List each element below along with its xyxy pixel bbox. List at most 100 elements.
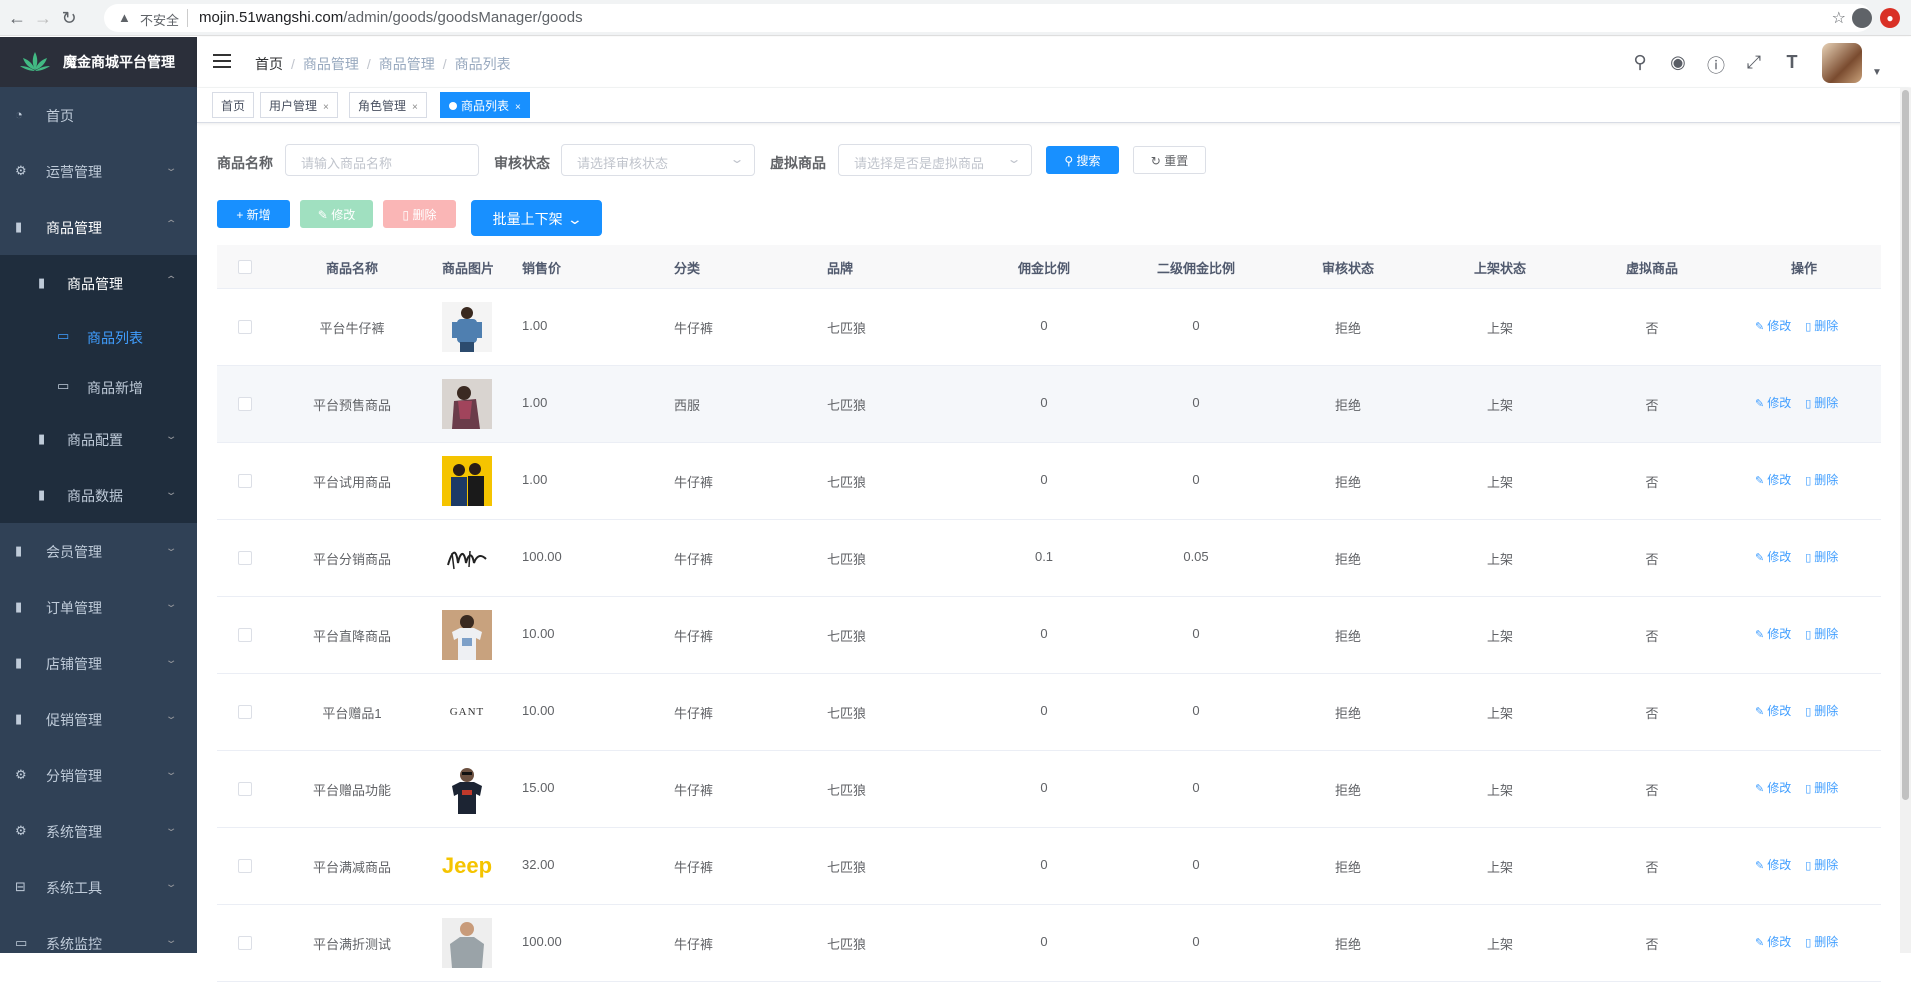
delete-link[interactable]: ▯ 删除 (1805, 473, 1838, 487)
forward-icon[interactable]: → (32, 7, 54, 29)
edit-link[interactable]: ✎ 修改 (1755, 858, 1791, 872)
edit-link[interactable]: ✎ 修改 (1755, 704, 1791, 718)
sidebar-item-orders[interactable]: ▮ 订单管理 ⌄ (0, 579, 197, 635)
table-row[interactable]: 平台牛仔裤 1.00 牛仔裤 七匹狼 0 0 拒绝 上架 否 ✎ 修改 ▯ 删除 (217, 289, 1881, 366)
page-scrollbar[interactable] (1900, 88, 1911, 953)
search-button[interactable]: ⚲ 搜索 (1046, 146, 1119, 174)
sidebar-item-stores[interactable]: ▮ 店铺管理 ⌄ (0, 635, 197, 691)
tab-roles[interactable]: 角色管理 × (349, 92, 427, 118)
edit-link[interactable]: ✎ 修改 (1755, 935, 1791, 949)
sidebar-item-home[interactable]: ◔ 首页 (0, 87, 197, 143)
bookmark-star-icon[interactable]: ☆ (1832, 8, 1846, 28)
product-image[interactable] (442, 379, 492, 429)
sidebar-item-goods-add[interactable]: ▭ 商品新增 (0, 361, 197, 411)
delete-link[interactable]: ▯ 删除 (1805, 858, 1838, 872)
product-image[interactable] (442, 533, 492, 583)
close-icon[interactable]: × (412, 102, 418, 113)
sidebar-logo[interactable]: 魔金商城平台管理 (0, 37, 197, 87)
sidebar-item-system[interactable]: ⚙ 系统管理 ⌄ (0, 803, 197, 859)
help-icon[interactable]: ⓘ (1705, 52, 1727, 78)
edit-link[interactable]: ✎ 修改 (1755, 396, 1791, 410)
table-row[interactable]: 平台直降商品 10.00 牛仔裤 七匹狼 0 0 拒绝 上架 否 ✎ 修改 ▯ 删除 (217, 597, 1881, 674)
table-row[interactable]: 平台试用商品 1.00 牛仔裤 七匹狼 0 0 拒绝 上架 否 ✎ 修改 ▯ 删除 (217, 443, 1881, 520)
row-checkbox[interactable] (238, 782, 252, 796)
secondary-commission-rate: 0 (1192, 703, 1200, 718)
tab-users[interactable]: 用户管理 × (260, 92, 338, 118)
record-icon[interactable]: ● (1880, 8, 1900, 28)
row-checkbox[interactable] (238, 320, 252, 334)
table-row[interactable]: 平台分销商品 100.00 牛仔裤 七匹狼 0.1 0.05 拒绝 上架 否 ✎… (217, 520, 1881, 597)
sidebar-item-monitor[interactable]: ▭ 系统监控 ⌄ (0, 915, 197, 953)
back-icon[interactable]: ← (6, 7, 28, 29)
reload-icon[interactable]: ↻ (58, 7, 80, 29)
sidebar-item-goods-list[interactable]: ▭ 商品列表 (0, 311, 197, 361)
table-row[interactable]: 平台满减商品 Jeep 32.00 牛仔裤 七匹狼 0 0 拒绝 上架 否 ✎ 修… (217, 828, 1881, 905)
add-button[interactable]: + 新增 (217, 200, 290, 228)
breadcrumb-item[interactable]: 首页 (255, 56, 283, 72)
product-image[interactable] (442, 302, 492, 352)
search-icon[interactable]: ⚲ (1629, 52, 1651, 73)
edit-button[interactable]: ✎ 修改 (300, 200, 373, 228)
sidebar-item-goods[interactable]: ▮ 商品管理 ⌃ (0, 199, 197, 255)
product-image[interactable] (442, 764, 492, 814)
goods-name-input[interactable]: 请输入商品名称 (285, 144, 479, 176)
table-row[interactable]: 平台赠品1 GANT 10.00 牛仔裤 七匹狼 0 0 拒绝 上架 否 ✎ 修改… (217, 674, 1881, 751)
folder-icon: ▮ (38, 275, 46, 290)
delete-link[interactable]: ▯ 删除 (1805, 319, 1838, 333)
sidebar-item-tools[interactable]: ⊟ 系统工具 ⌄ (0, 859, 197, 915)
audit-status-select[interactable]: 请选择审核状态 ⌄ (561, 144, 755, 176)
delete-link[interactable]: ▯ 删除 (1805, 935, 1838, 949)
edit-link[interactable]: ✎ 修改 (1755, 627, 1791, 641)
font-size-icon[interactable]: T (1781, 52, 1803, 73)
table-row[interactable]: 平台赠品功能 15.00 牛仔裤 七匹狼 0 0 拒绝 上架 否 ✎ 修改 ▯ 删除 (217, 751, 1881, 828)
url-text[interactable]: mojin.51wangshi.com/admin/goods/goodsMan… (199, 9, 583, 26)
virtual-goods-select[interactable]: 请选择是否是虚拟商品 ⌄ (838, 144, 1032, 176)
sidebar-item-operations[interactable]: ⚙ 运营管理 ⌄ (0, 143, 197, 199)
sidebar-item-goods-manage[interactable]: ▮ 商品管理 ⌃ (0, 255, 197, 311)
table-row[interactable]: 平台预售商品 1.00 西服 七匹狼 0 0 拒绝 上架 否 ✎ 修改 ▯ 删除 (217, 366, 1881, 443)
tab-goods-list[interactable]: 商品列表 × (440, 92, 530, 118)
caret-down-icon[interactable]: ▼ (1872, 67, 1882, 78)
delete-link[interactable]: ▯ 删除 (1805, 781, 1838, 795)
sidebar-item-goods-config[interactable]: ▮ 商品配置 ⌄ (0, 411, 197, 467)
table-row[interactable]: 平台满折测试 100.00 牛仔裤 七匹狼 0 0 拒绝 上架 否 ✎ 修改 ▯ 删除 (217, 905, 1881, 982)
row-checkbox[interactable] (238, 474, 252, 488)
product-image[interactable] (442, 456, 492, 506)
edit-link[interactable]: ✎ 修改 (1755, 550, 1791, 564)
reset-button[interactable]: ↻ 重置 (1133, 146, 1206, 174)
sidebar-item-distribution[interactable]: ⚙ 分销管理 ⌄ (0, 747, 197, 803)
tab-home[interactable]: 首页 (212, 92, 255, 118)
scrollbar-thumb[interactable] (1902, 90, 1909, 800)
delete-link[interactable]: ▯ 删除 (1805, 627, 1838, 641)
sidebar-item-members[interactable]: ▮ 会员管理 ⌄ (0, 523, 197, 579)
avatar[interactable] (1822, 43, 1862, 83)
row-checkbox[interactable] (238, 551, 252, 565)
edit-link[interactable]: ✎ 修改 (1755, 473, 1791, 487)
sidebar-item-promotions[interactable]: ▮ 促销管理 ⌄ (0, 691, 197, 747)
address-bar[interactable]: ▲ 不安全 mojin.51wangshi.com/admin/goods/go… (104, 4, 1872, 32)
row-checkbox[interactable] (238, 397, 252, 411)
fullscreen-icon[interactable]: ⤢ (1743, 52, 1765, 73)
account-icon[interactable] (1852, 8, 1872, 28)
sidebar-item-goods-data[interactable]: ▮ 商品数据 ⌄ (0, 467, 197, 523)
edit-link[interactable]: ✎ 修改 (1755, 781, 1791, 795)
row-checkbox[interactable] (238, 628, 252, 642)
close-icon[interactable]: × (323, 102, 329, 113)
edit-link[interactable]: ✎ 修改 (1755, 319, 1791, 333)
batch-shelf-dropdown[interactable]: 批量上下架 ⌄ (471, 200, 602, 236)
product-image[interactable] (442, 610, 492, 660)
product-image[interactable] (442, 918, 492, 968)
delete-link[interactable]: ▯ 删除 (1805, 396, 1838, 410)
row-checkbox[interactable] (238, 705, 252, 719)
row-checkbox[interactable] (238, 936, 252, 950)
sidebar-item-label: 商品列表 (87, 330, 143, 346)
delete-link[interactable]: ▯ 删除 (1805, 704, 1838, 718)
select-all-checkbox[interactable] (238, 260, 252, 274)
delete-button[interactable]: ▯ 删除 (383, 200, 456, 228)
github-icon[interactable]: ◉ (1667, 52, 1689, 73)
delete-link[interactable]: ▯ 删除 (1805, 550, 1838, 564)
row-checkbox[interactable] (238, 859, 252, 873)
close-icon[interactable]: × (515, 102, 521, 113)
shelf-status: 上架 (1486, 937, 1514, 952)
hamburger-icon[interactable] (213, 54, 231, 70)
